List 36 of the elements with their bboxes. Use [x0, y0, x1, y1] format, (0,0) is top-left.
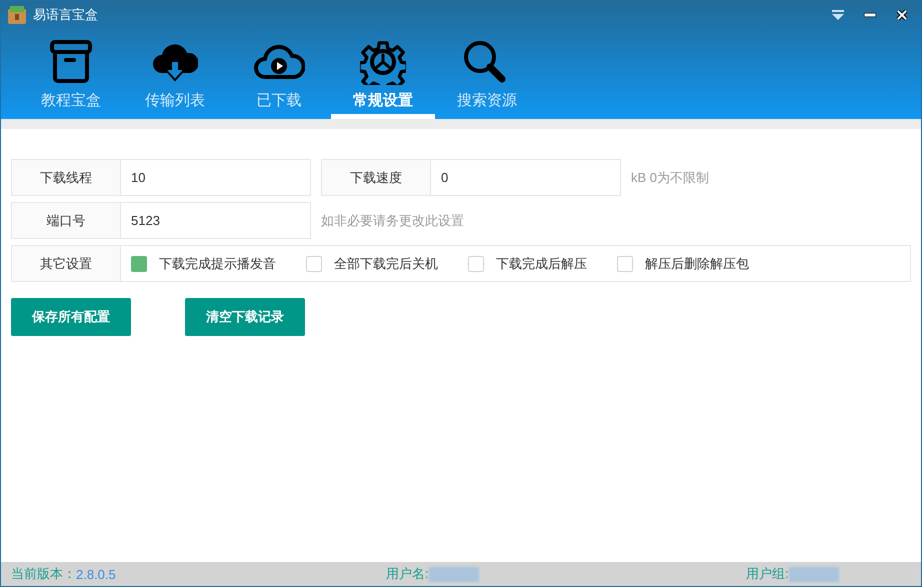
close-icon: [896, 9, 908, 21]
archive-box-icon: [48, 39, 94, 85]
nav-tab[interactable]: 教程宝盒: [19, 37, 123, 119]
field-label: 下载速度: [321, 159, 431, 196]
field-label: 端口号: [11, 202, 121, 239]
hint-text: kB 0为不限制: [631, 168, 710, 186]
caret-down-icon: [832, 10, 844, 20]
gear-icon: [360, 39, 406, 85]
username-label: 用户名:: [386, 565, 429, 583]
input-field[interactable]: 0: [431, 159, 621, 196]
nav-tab[interactable]: 传输列表: [123, 37, 227, 119]
field-label: 下载线程: [11, 159, 121, 196]
action-button[interactable]: 清空下载记录: [185, 298, 305, 336]
checkbox[interactable]: [306, 256, 322, 272]
checkbox-label: 下载完成提示播发音: [159, 254, 276, 272]
minimize-icon: [864, 13, 876, 17]
checkbox[interactable]: [468, 256, 484, 272]
input-field[interactable]: 5123: [121, 202, 311, 239]
checkbox-label: 解压后删除解压包: [645, 254, 749, 272]
usergroup-label: 用户组:: [746, 565, 789, 583]
field-label: 其它设置: [11, 245, 121, 282]
version-label: 当前版本：: [11, 565, 76, 583]
blurred-username: [428, 566, 479, 582]
checkbox-label: 全部下载完后关机: [334, 254, 438, 272]
nav-tab[interactable]: 搜索资源: [435, 37, 539, 119]
app-logo-icon: [7, 5, 27, 25]
input-field[interactable]: 10: [121, 159, 311, 196]
version-text: 2.8.0.5: [76, 566, 116, 582]
blurred-usergroup: [788, 566, 839, 582]
window-title: 易语言宝盒: [33, 6, 98, 24]
checkbox[interactable]: [131, 256, 147, 272]
hint-text: 如非必要请务更改此设置: [321, 212, 464, 230]
checkbox[interactable]: [617, 256, 633, 272]
nav-tab[interactable]: 已下载: [227, 37, 331, 119]
checkbox-label: 下载完成后解压: [496, 254, 587, 272]
action-button[interactable]: 保存所有配置: [11, 298, 131, 336]
